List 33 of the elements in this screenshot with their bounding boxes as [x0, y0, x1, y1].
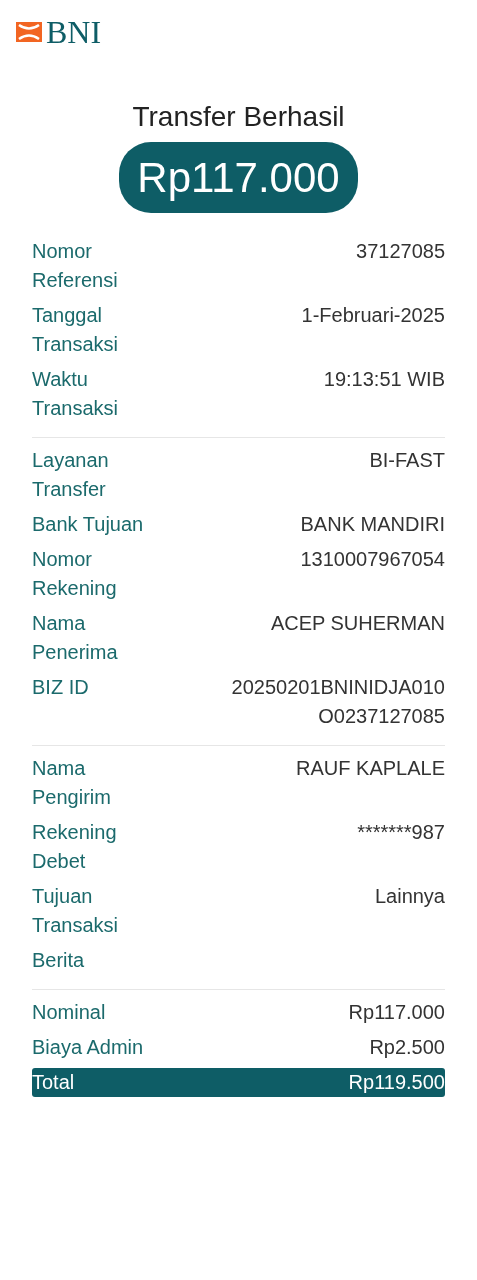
field-value: BANK MANDIRI [300, 512, 445, 537]
field-value: 20250201BNINIDJA010O0237127085 [230, 675, 445, 729]
field-value: Rp2.500 [369, 1035, 445, 1060]
field-value: RAUF KAPLALE [296, 756, 445, 781]
field-label: Rekening Debet [32, 820, 118, 874]
field-label: Nama Pengirim [32, 756, 112, 810]
field-value: 1-Februari-2025 [301, 303, 445, 328]
bank-logo: BNI [46, 16, 102, 48]
field-value: *******987 [357, 820, 445, 845]
field-value: Rp119.500 [348, 1070, 445, 1095]
field-label: BIZ ID [32, 675, 90, 700]
field-label: Bank Tujuan [32, 512, 145, 537]
amount-badge: Rp117.000 [119, 142, 358, 213]
field-value: 1310007967054 [300, 547, 445, 572]
status-title: Transfer Berhasil [131, 100, 346, 134]
field-label: Total [32, 1070, 76, 1095]
field-label: Tanggal Transaksi [32, 303, 119, 357]
field-value: Rp117.000 [348, 1000, 445, 1025]
field-label: Waktu Transaksi [32, 367, 119, 421]
field-label: Nama Penerima [32, 611, 119, 665]
field-label: Biaya Admin [32, 1035, 145, 1060]
field-value: Lainnya [374, 884, 445, 909]
field-label: Nominal [32, 1000, 107, 1025]
field-value: 19:13:51 WIB [323, 367, 445, 392]
field-label: Nomor Referensi [32, 239, 119, 293]
field-value: BI-FAST [369, 448, 445, 473]
field-label: Nomor Rekening [32, 547, 118, 601]
logo-icon [16, 20, 42, 44]
field-value: 37127085 [356, 239, 445, 264]
field-label: Layanan Transfer [32, 448, 110, 502]
field-value: ACEP SUHERMAN [270, 611, 445, 636]
field-label: Berita [32, 948, 86, 973]
field-label: Tujuan Transaksi [32, 884, 119, 938]
